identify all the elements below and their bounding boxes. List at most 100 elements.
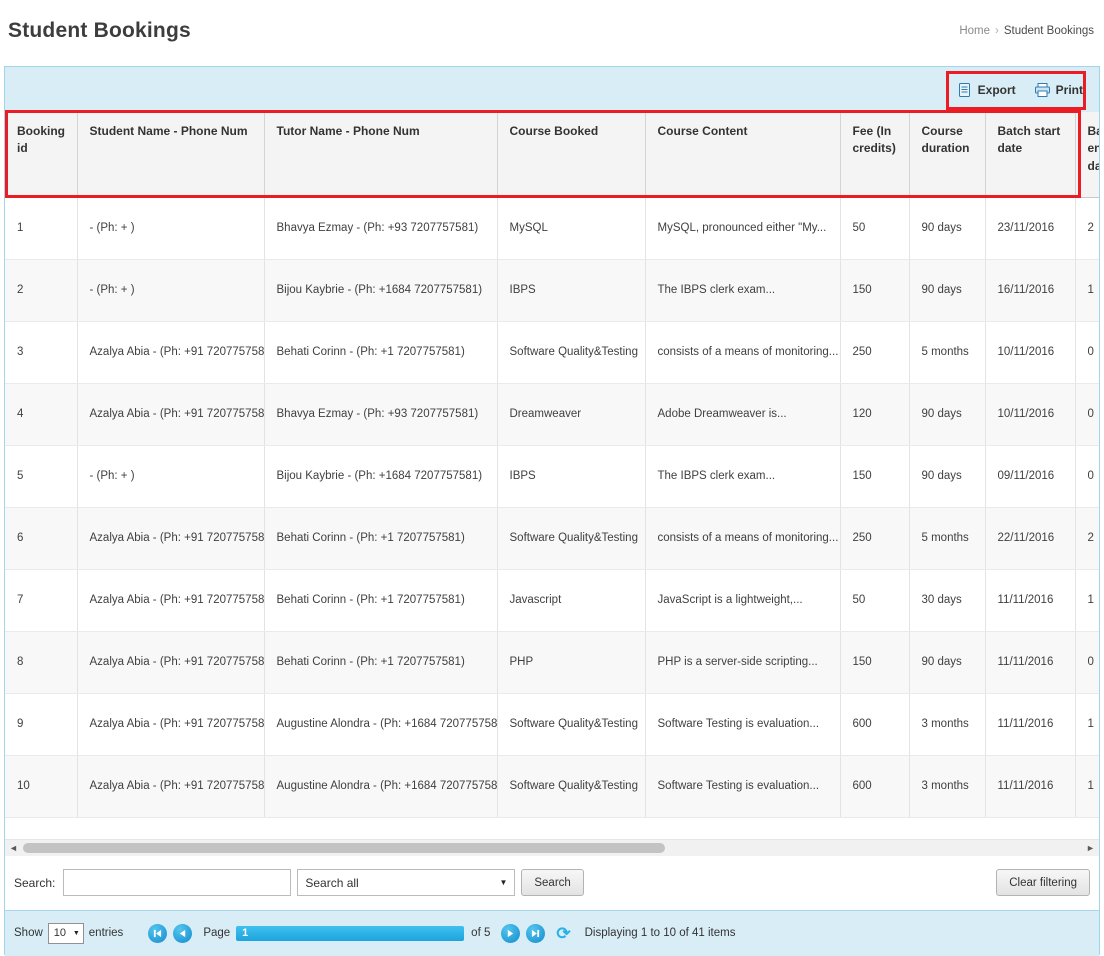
table-cell: 1 bbox=[1075, 755, 1099, 817]
table-cell: IBPS bbox=[497, 445, 645, 507]
scroll-left-arrow-icon[interactable]: ◄ bbox=[5, 840, 22, 856]
table-cell: 1 bbox=[1075, 259, 1099, 321]
table-cell: Augustine Alondra - (Ph: +1684 720775758… bbox=[264, 755, 497, 817]
table-body: 1- (Ph: + )Bhavya Ezmay - (Ph: +93 72077… bbox=[5, 197, 1099, 817]
next-page-button[interactable] bbox=[501, 924, 520, 943]
table-cell: 90 days bbox=[909, 445, 985, 507]
table-row[interactable]: 3Azalya Abia - (Ph: +91 7207757581)Behat… bbox=[5, 321, 1099, 383]
table-cell: 5 months bbox=[909, 321, 985, 383]
table-toolbar: Export Print bbox=[5, 67, 1099, 112]
table-cell: 120 bbox=[840, 383, 909, 445]
column-header[interactable]: Course duration bbox=[909, 112, 985, 197]
table-cell: Behati Corinn - (Ph: +1 7207757581) bbox=[264, 631, 497, 693]
table-cell: 150 bbox=[840, 445, 909, 507]
table-row[interactable]: 8Azalya Abia - (Ph: +91 7207757581)Behat… bbox=[5, 631, 1099, 693]
table-cell: 150 bbox=[840, 631, 909, 693]
table-row[interactable]: 5- (Ph: + )Bijou Kaybrie - (Ph: +1684 72… bbox=[5, 445, 1099, 507]
print-icon bbox=[1034, 82, 1051, 98]
table-cell: 10/11/2016 bbox=[985, 383, 1075, 445]
table-cell: Dreamweaver bbox=[497, 383, 645, 445]
column-header[interactable]: Student Name - Phone Num bbox=[77, 112, 264, 197]
current-page-value: 1 bbox=[242, 927, 248, 939]
pagination-bar: Show 10 ▼ entries Page 1 of 5 bbox=[5, 910, 1099, 956]
table-cell: 9 bbox=[5, 693, 77, 755]
breadcrumb-separator: › bbox=[995, 25, 999, 37]
table-cell: Software Testing is evaluation... bbox=[645, 755, 840, 817]
table-cell: 600 bbox=[840, 693, 909, 755]
table-cell: PHP bbox=[497, 631, 645, 693]
column-header[interactable]: Tutor Name - Phone Num bbox=[264, 112, 497, 197]
page-title: Student Bookings bbox=[8, 19, 191, 43]
column-header[interactable]: Course Content bbox=[645, 112, 840, 197]
display-status: Displaying 1 to 10 of 41 items bbox=[585, 927, 736, 939]
breadcrumb-current: Student Bookings bbox=[1004, 25, 1094, 37]
table-row[interactable]: 9Azalya Abia - (Ph: +91 7207757581)Augus… bbox=[5, 693, 1099, 755]
table-cell: 10 bbox=[5, 755, 77, 817]
table-cell: 11/11/2016 bbox=[985, 755, 1075, 817]
chevron-down-icon: ▼ bbox=[499, 878, 507, 887]
previous-page-button[interactable] bbox=[173, 924, 192, 943]
table-cell: Azalya Abia - (Ph: +91 7207757581) bbox=[77, 507, 264, 569]
table-cell: Software Quality&Testing bbox=[497, 755, 645, 817]
table-cell: 10/11/2016 bbox=[985, 321, 1075, 383]
page-size-select[interactable]: 10 ▼ bbox=[48, 923, 84, 944]
search-field-select[interactable]: Search all ▼ bbox=[297, 869, 515, 896]
page-label: Page bbox=[203, 927, 230, 939]
table-cell: 4 bbox=[5, 383, 77, 445]
table-cell: 22/11/2016 bbox=[985, 507, 1075, 569]
table-row[interactable]: 4Azalya Abia - (Ph: +91 7207757581)Bhavy… bbox=[5, 383, 1099, 445]
table-cell: Azalya Abia - (Ph: +91 7207757581) bbox=[77, 693, 264, 755]
search-button[interactable]: Search bbox=[521, 869, 583, 896]
table-cell: 90 days bbox=[909, 631, 985, 693]
bookings-table: Booking idStudent Name - Phone NumTutor … bbox=[5, 112, 1099, 818]
column-header[interactable]: Fee (In credits) bbox=[840, 112, 909, 197]
table-cell: 50 bbox=[840, 197, 909, 259]
table-cell: PHP is a server-side scripting... bbox=[645, 631, 840, 693]
horizontal-scrollbar[interactable]: ◄ ► bbox=[5, 839, 1099, 856]
table-cell: consists of a means of monitoring... bbox=[645, 321, 840, 383]
table-cell: 50 bbox=[840, 569, 909, 631]
table-cell: Bhavya Ezmay - (Ph: +93 7207757581) bbox=[264, 383, 497, 445]
last-page-button[interactable] bbox=[526, 924, 545, 943]
clear-filtering-button[interactable]: Clear filtering bbox=[996, 869, 1090, 896]
table-cell: Azalya Abia - (Ph: +91 7207757581) bbox=[77, 321, 264, 383]
table-cell: 600 bbox=[840, 755, 909, 817]
table-row[interactable]: 2- (Ph: + )Bijou Kaybrie - (Ph: +1684 72… bbox=[5, 259, 1099, 321]
table-cell: 30 days bbox=[909, 569, 985, 631]
page-header: Student Bookings Home › Student Bookings bbox=[0, 0, 1104, 62]
column-header[interactable]: Course Booked bbox=[497, 112, 645, 197]
table-row[interactable]: 6Azalya Abia - (Ph: +91 7207757581)Behat… bbox=[5, 507, 1099, 569]
table-cell: IBPS bbox=[497, 259, 645, 321]
table-cell: Azalya Abia - (Ph: +91 7207757581) bbox=[77, 383, 264, 445]
table-cell: 150 bbox=[840, 259, 909, 321]
page-size-value: 10 bbox=[54, 927, 66, 939]
scrollbar-thumb[interactable] bbox=[23, 843, 665, 853]
refresh-icon[interactable]: ⟳ bbox=[556, 925, 570, 942]
table-cell: 3 months bbox=[909, 755, 985, 817]
column-header[interactable]: Booking id bbox=[5, 112, 77, 197]
table-header-row: Booking idStudent Name - Phone NumTutor … bbox=[5, 112, 1099, 197]
table-row[interactable]: 1- (Ph: + )Bhavya Ezmay - (Ph: +93 72077… bbox=[5, 197, 1099, 259]
search-input[interactable] bbox=[63, 869, 291, 896]
bookings-panel: Export Print Booking idStudent Name - Ph… bbox=[4, 66, 1100, 955]
table-cell: 0 bbox=[1075, 445, 1099, 507]
entries-label: entries bbox=[89, 927, 124, 939]
page-number-slider[interactable]: 1 bbox=[236, 926, 464, 941]
search-label: Search: bbox=[14, 876, 55, 890]
breadcrumb-home-link[interactable]: Home bbox=[959, 25, 990, 37]
table-cell: 3 bbox=[5, 321, 77, 383]
table-cell: 0 bbox=[1075, 321, 1099, 383]
page-count-label: of 5 bbox=[471, 927, 490, 939]
first-page-button[interactable] bbox=[148, 924, 167, 943]
table-row[interactable]: 7Azalya Abia - (Ph: +91 7207757581)Behat… bbox=[5, 569, 1099, 631]
column-header[interactable]: Batch end date bbox=[1075, 112, 1099, 197]
chevron-down-icon: ▼ bbox=[73, 930, 80, 937]
export-button[interactable]: Export bbox=[957, 82, 1016, 98]
table-row[interactable]: 10Azalya Abia - (Ph: +91 7207757581)Augu… bbox=[5, 755, 1099, 817]
table-cell: consists of a means of monitoring... bbox=[645, 507, 840, 569]
column-header[interactable]: Batch start date bbox=[985, 112, 1075, 197]
table-viewport: Booking idStudent Name - Phone NumTutor … bbox=[5, 112, 1099, 818]
scroll-right-arrow-icon[interactable]: ► bbox=[1082, 840, 1099, 856]
table-cell: 11/11/2016 bbox=[985, 693, 1075, 755]
print-button[interactable]: Print bbox=[1034, 82, 1083, 98]
